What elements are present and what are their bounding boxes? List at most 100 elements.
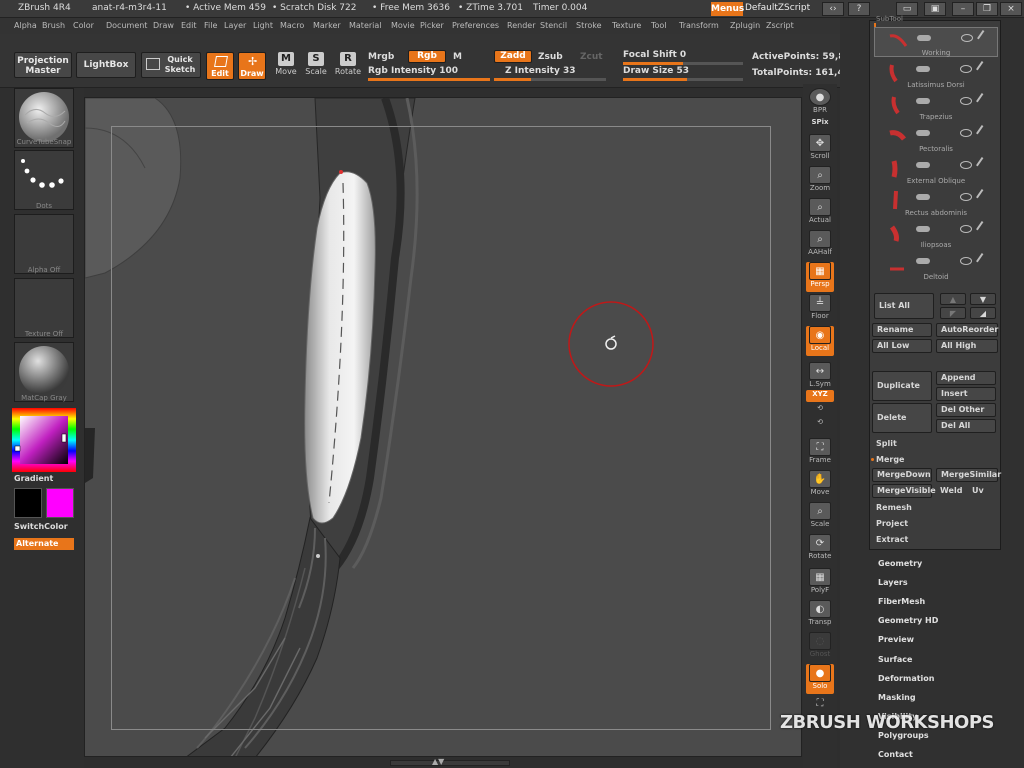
eye-icon[interactable] [960, 225, 972, 233]
xyz-button[interactable]: XYZ [806, 390, 834, 402]
floor-button[interactable]: ╧ Floor [806, 294, 834, 324]
merge-menu[interactable]: Merge [876, 455, 904, 464]
menu-zplugin[interactable]: Zplugin [730, 21, 760, 30]
brush-icon[interactable] [976, 253, 990, 267]
scale-mode-button[interactable]: S Scale [302, 52, 330, 82]
brush-icon[interactable] [976, 125, 990, 139]
menu-light[interactable]: Light [253, 21, 273, 30]
switch-color-button[interactable]: SwitchColor [14, 522, 74, 531]
menu-edit[interactable]: Edit [181, 21, 197, 30]
material-thumbnail[interactable] [14, 342, 74, 402]
close-icon[interactable]: × [1000, 2, 1022, 16]
weld-toggle[interactable]: Weld [940, 486, 962, 495]
aahalf-button[interactable]: ⌕ AAHalf [806, 230, 834, 260]
menu-zscript[interactable]: Zscript [766, 21, 794, 30]
menu-draw[interactable]: Draw [153, 21, 174, 30]
menu-macro[interactable]: Macro [280, 21, 304, 30]
rotate-mode-button[interactable]: R Rotate [334, 52, 362, 82]
lsym-button[interactable]: ↔ L.Sym [806, 362, 834, 392]
menu-preferences[interactable]: Preferences [452, 21, 499, 30]
bottom-arrows-icon[interactable]: ▲▼ [432, 757, 444, 766]
rotate-z-button[interactable]: ⟲ [806, 418, 834, 432]
draw-mode-button[interactable]: ✢ Draw [238, 52, 266, 80]
brush-icon[interactable] [976, 157, 990, 171]
projection-master-button[interactable]: Projection Master [14, 52, 72, 78]
color-picker[interactable] [12, 408, 76, 472]
polypaint-toggle-icon[interactable] [916, 130, 930, 136]
zsub-toggle[interactable]: Zsub [538, 52, 563, 62]
merge-down-button[interactable]: MergeDown [872, 468, 932, 482]
menu-material[interactable]: Material [349, 21, 382, 30]
rotate-y-button[interactable]: ⟲ [806, 404, 834, 418]
layers-section[interactable]: Layers [878, 578, 908, 587]
move-down-button[interactable]: ▼ [970, 293, 996, 305]
solo-button[interactable]: ● Solo [806, 664, 834, 694]
split-menu[interactable]: Split [876, 439, 897, 448]
del-all-button[interactable]: Del All [936, 419, 996, 433]
eye-icon[interactable] [961, 34, 973, 42]
menu-alpha[interactable]: Alpha [14, 21, 37, 30]
transp-button[interactable]: ◐ Transp [806, 600, 834, 630]
layout-icon[interactable]: ▭ [896, 2, 918, 16]
polyf-button[interactable]: ▦ PolyF [806, 568, 834, 598]
quick-sketch-button[interactable]: Quick Sketch [141, 52, 201, 78]
uv-toggle[interactable]: Uv [972, 486, 984, 495]
scroll-button[interactable]: ✥ Scroll [806, 134, 834, 164]
menu-layer[interactable]: Layer [224, 21, 246, 30]
rotate-view-button[interactable]: ⟳ Rotate [806, 534, 834, 564]
all-low-button[interactable]: All Low [872, 339, 932, 353]
help-icon[interactable]: ? [848, 2, 870, 16]
move-mode-button[interactable]: M Move [272, 52, 300, 82]
polypaint-toggle-icon[interactable] [916, 98, 930, 104]
all-high-button[interactable]: All High [936, 339, 998, 353]
polypaint-toggle-icon[interactable] [917, 35, 931, 41]
menu-stroke[interactable]: Stroke [576, 21, 602, 30]
mrgb-toggle[interactable]: Mrgb [368, 52, 394, 62]
draw-size-slider[interactable] [623, 78, 743, 81]
menu-movie[interactable]: Movie [391, 21, 415, 30]
polypaint-toggle-icon[interactable] [916, 226, 930, 232]
menu-file[interactable]: File [204, 21, 217, 30]
eye-icon[interactable] [960, 129, 972, 137]
spix-button[interactable]: SPix [806, 118, 834, 132]
eye-icon[interactable] [960, 193, 972, 201]
polypaint-toggle-icon[interactable] [916, 194, 930, 200]
rgb-toggle[interactable]: Rgb [408, 50, 446, 63]
deformation-section[interactable]: Deformation [878, 674, 934, 683]
main-color-swatch[interactable] [14, 488, 42, 518]
menu-transform[interactable]: Transform [679, 21, 719, 30]
eye-icon[interactable] [960, 257, 972, 265]
preview-section[interactable]: Preview [878, 635, 914, 644]
brush-icon[interactable] [976, 61, 990, 75]
restore-icon[interactable]: ❐ [976, 2, 998, 16]
surface-section[interactable]: Surface [878, 655, 912, 664]
zoom-button[interactable]: ⌕ Zoom [806, 166, 834, 196]
polypaint-toggle-icon[interactable] [916, 258, 930, 264]
rgb-intensity-slider[interactable] [368, 78, 490, 81]
duplicate-button[interactable]: Duplicate [872, 371, 932, 401]
contact-section[interactable]: Contact [878, 750, 913, 759]
del-other-button[interactable]: Del Other [936, 403, 996, 417]
stroke-thumbnail[interactable] [14, 150, 74, 210]
project-menu[interactable]: Project [876, 519, 908, 528]
remesh-menu[interactable]: Remesh [876, 503, 912, 512]
fibermesh-section[interactable]: FiberMesh [878, 597, 925, 606]
local-button[interactable]: ◉ Local [806, 326, 834, 356]
menus-button[interactable]: Menus [711, 2, 744, 16]
move-view-button[interactable]: ✋ Move [806, 470, 834, 500]
gradient-label[interactable]: Gradient [14, 474, 53, 483]
zadd-toggle[interactable]: Zadd [494, 50, 532, 63]
alternate-button[interactable]: Alternate [14, 538, 74, 550]
brush-icon[interactable] [976, 93, 990, 107]
merge-visible-button[interactable]: MergeVisible [872, 484, 936, 498]
actual-button[interactable]: ⌕ Actual [806, 198, 834, 228]
texture-thumbnail[interactable] [14, 278, 74, 338]
edit-mode-button[interactable]: Edit [206, 52, 234, 80]
m-toggle[interactable]: M [453, 52, 462, 62]
bpr-button[interactable]: ● BPR [806, 88, 834, 118]
ghost-button[interactable]: ◌ Ghost [806, 632, 834, 662]
zcut-toggle[interactable]: Zcut [580, 52, 603, 62]
merge-similar-button[interactable]: MergeSimilar [936, 468, 1001, 482]
insert-button[interactable]: Insert [936, 387, 996, 401]
menu-document[interactable]: Document [106, 21, 147, 30]
